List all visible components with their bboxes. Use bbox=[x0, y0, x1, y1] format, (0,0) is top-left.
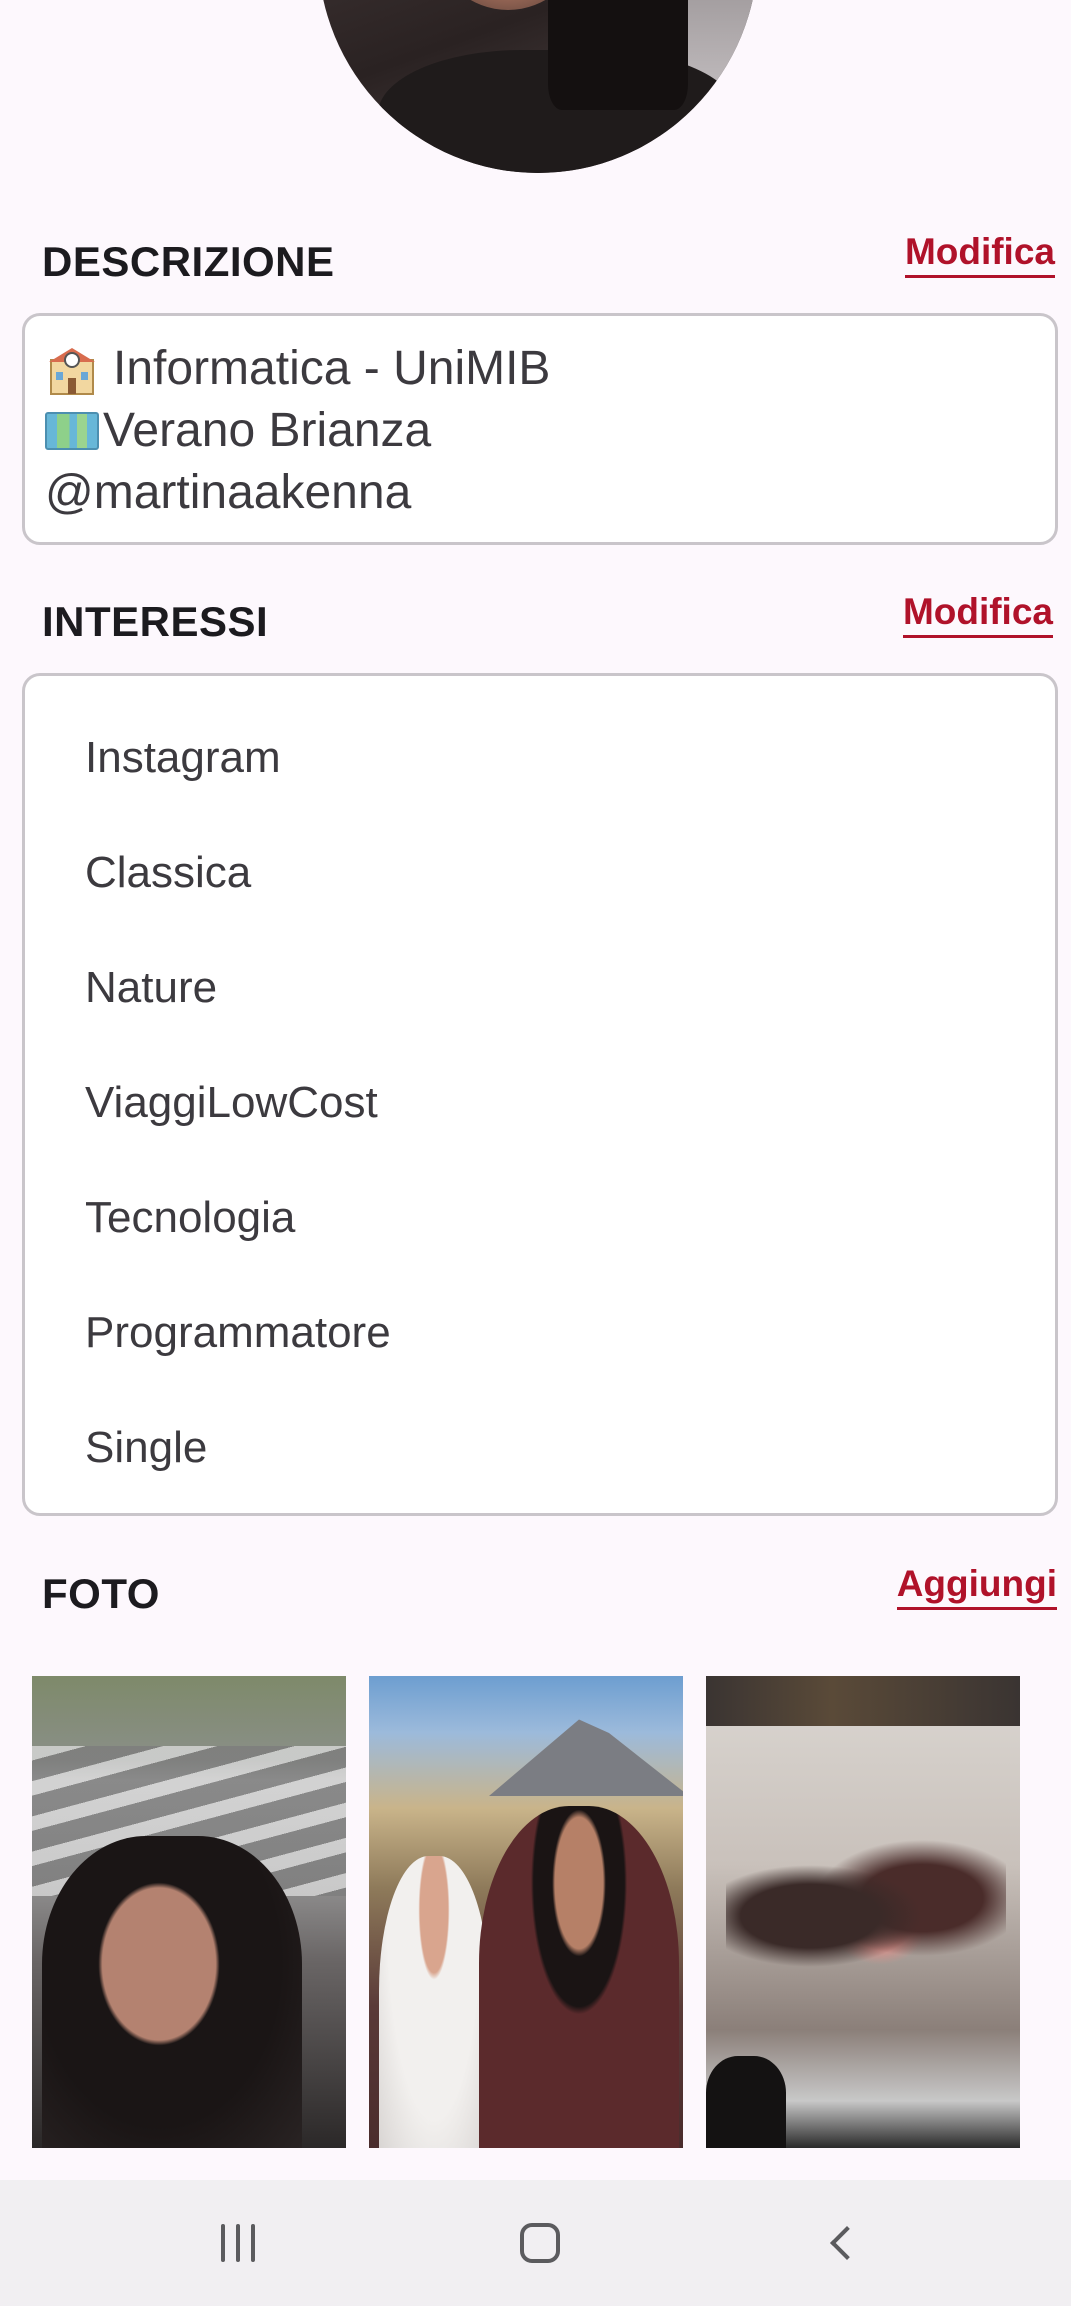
interest-item[interactable]: Single bbox=[25, 1406, 1055, 1521]
description-line: @martinaakenna bbox=[45, 462, 1035, 524]
interests-title: INTERESSI bbox=[42, 598, 269, 645]
description-text: Informatica - UniMIB bbox=[113, 342, 551, 395]
photo-thumbnail[interactable] bbox=[369, 1676, 683, 2148]
interest-item[interactable]: ViaggiLowCost bbox=[25, 1061, 1055, 1176]
recent-apps-icon bbox=[221, 2224, 255, 2262]
description-line: Verano Brianza bbox=[45, 400, 1035, 462]
interest-item[interactable]: Programmatore bbox=[25, 1291, 1055, 1406]
edit-interests-button[interactable]: Modifica bbox=[902, 591, 1053, 638]
photo-thumbnail[interactable] bbox=[32, 1676, 346, 2148]
description-line: Informatica - UniMIB bbox=[45, 338, 1035, 400]
interest-item[interactable]: Nature bbox=[25, 946, 1055, 1061]
interests-list: Instagram Classica Nature ViaggiLowCost … bbox=[22, 673, 1058, 1516]
interest-item[interactable]: Instagram bbox=[25, 716, 1055, 831]
description-box[interactable]: Informatica - UniMIB Verano Brianza @mar… bbox=[22, 313, 1058, 545]
recent-apps-button[interactable] bbox=[178, 2180, 298, 2306]
system-navigation-bar bbox=[0, 2180, 1071, 2306]
interest-item[interactable]: Classica bbox=[25, 831, 1055, 946]
interest-item[interactable]: Tecnologia bbox=[25, 1176, 1055, 1291]
school-building-icon bbox=[45, 342, 99, 396]
back-button[interactable] bbox=[782, 2180, 902, 2306]
back-icon bbox=[830, 2226, 864, 2260]
description-title: DESCRIZIONE bbox=[42, 238, 335, 285]
description-text: @martinaakenna bbox=[45, 466, 412, 519]
photo-thumbnail[interactable] bbox=[706, 1676, 1020, 2148]
profile-avatar[interactable] bbox=[318, 0, 758, 173]
world-map-icon bbox=[45, 412, 99, 450]
profile-page: DESCRIZIONE Modifica Informatica - UniMI… bbox=[0, 0, 1071, 2306]
description-text: Verano Brianza bbox=[103, 404, 432, 457]
photo-gallery bbox=[32, 1676, 1071, 2148]
photos-title: FOTO bbox=[42, 1570, 160, 1617]
add-photo-button[interactable]: Aggiungi bbox=[896, 1563, 1057, 1610]
home-button[interactable] bbox=[480, 2180, 600, 2306]
home-icon bbox=[520, 2223, 560, 2263]
edit-description-button[interactable]: Modifica bbox=[904, 231, 1055, 278]
